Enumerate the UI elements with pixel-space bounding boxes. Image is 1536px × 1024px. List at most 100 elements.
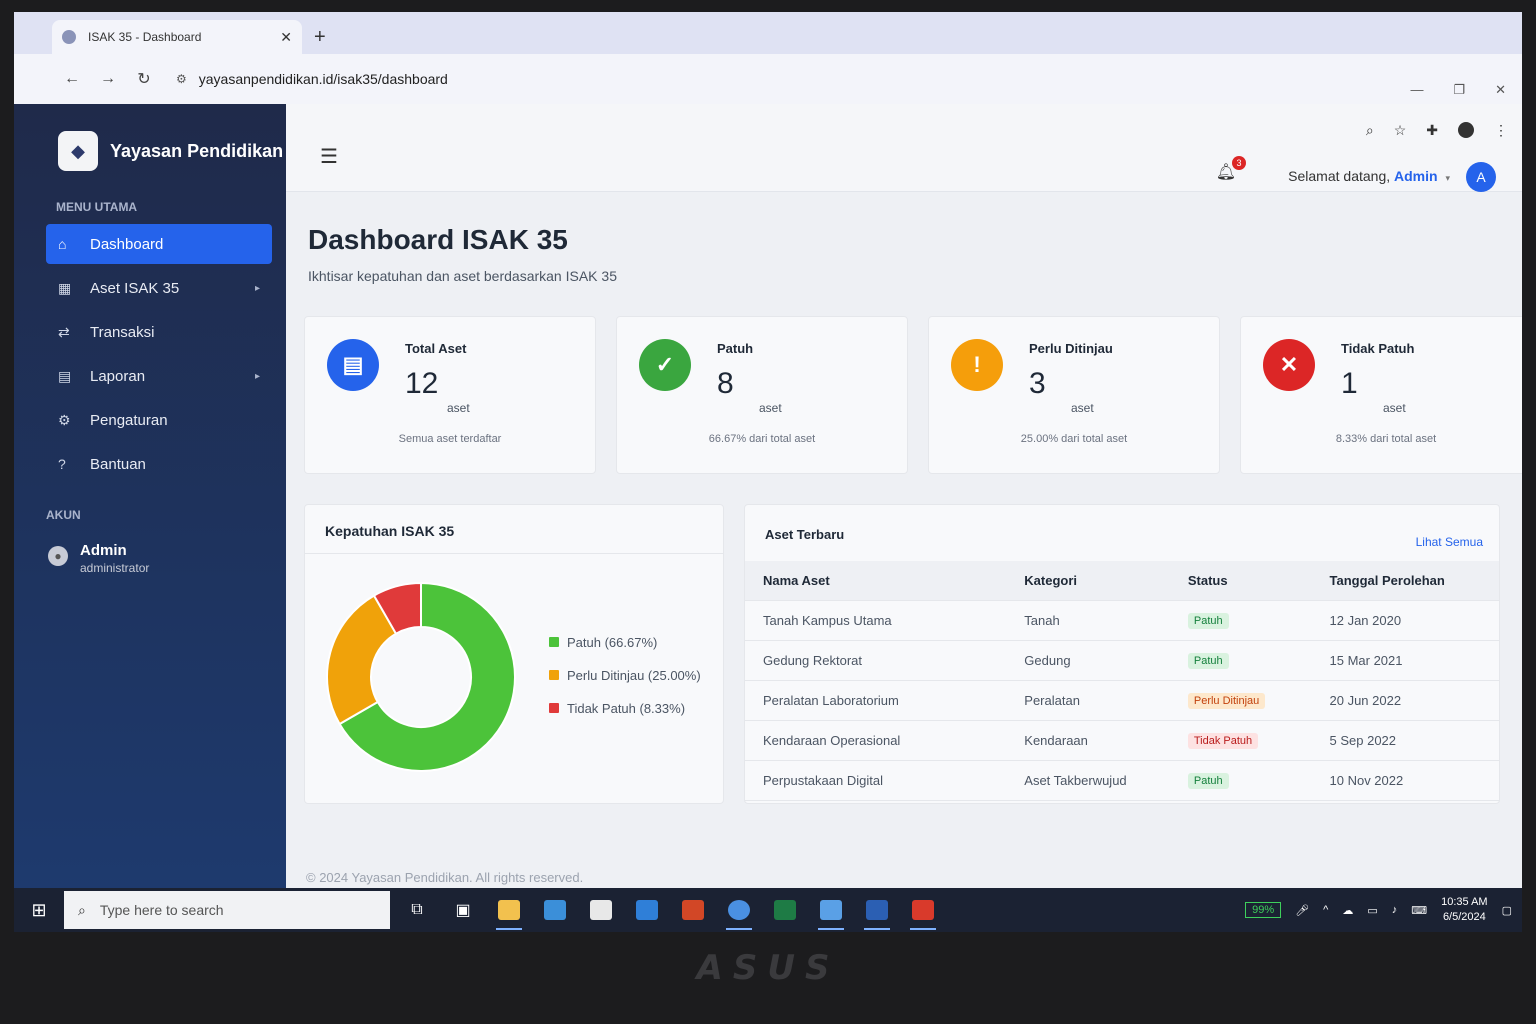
- gear-icon: ⚙: [58, 411, 71, 428]
- file-explorer-icon[interactable]: [486, 888, 532, 932]
- column-header[interactable]: Tanggal Perolehan: [1312, 573, 1500, 588]
- table-row[interactable]: Kendaraan Operasional Kendaraan Tidak Pa…: [745, 721, 1499, 761]
- favicon-icon: [62, 30, 76, 44]
- search-icon: ⌕: [78, 901, 86, 918]
- card-patuh[interactable]: ✓ Patuh 8 aset 66.67% dari total aset: [616, 316, 908, 474]
- legend-label: Tidak Patuh (8.33%): [567, 700, 686, 716]
- document-icon: ▤: [327, 339, 379, 391]
- brand[interactable]: ◆ Yayasan Pendidikan: [14, 104, 286, 180]
- word-alt-icon[interactable]: [808, 888, 854, 932]
- microphone-icon[interactable]: 🎤︎: [1295, 904, 1309, 917]
- windows-start-icon[interactable]: ⊞: [14, 900, 64, 921]
- bookmark-star-icon[interactable]: ☆: [1394, 122, 1407, 139]
- clock[interactable]: 10:35 AM 6/5/2024: [1441, 895, 1487, 925]
- language-icon[interactable]: ⌨: [1411, 904, 1427, 917]
- camera-app-icon[interactable]: ▣: [440, 888, 486, 932]
- card-perlu-ditinjau[interactable]: ! Perlu Ditinjau 3 aset 25.00% dari tota…: [928, 316, 1220, 474]
- volume-icon[interactable]: ♪: [1392, 904, 1398, 916]
- photos-app-icon[interactable]: [532, 888, 578, 932]
- mail-icon[interactable]: [624, 888, 670, 932]
- browser-tab[interactable]: ISAK 35 - Dashboard ✕: [52, 20, 302, 54]
- page-subtitle: Ikhtisar kepatuhan dan aset berdasarkan …: [308, 268, 617, 284]
- menu-heading: MENU UTAMA: [56, 200, 138, 214]
- acrobat-icon[interactable]: [900, 888, 946, 932]
- sidebar-item-laporan[interactable]: ▤ Laporan ▸: [46, 356, 272, 396]
- brand-logo-icon: ◆: [58, 131, 98, 171]
- card-title: Patuh: [717, 341, 754, 356]
- column-header[interactable]: Kategori: [1006, 573, 1170, 588]
- reload-icon[interactable]: ↻: [126, 69, 162, 89]
- profile-icon[interactable]: [1458, 122, 1474, 138]
- minimize-icon[interactable]: —: [1410, 82, 1423, 98]
- legend-item-tidak-patuh[interactable]: Tidak Patuh (8.33%): [549, 697, 701, 719]
- asset-category: Gedung: [1024, 653, 1071, 668]
- sidebar-item-label: Dashboard: [90, 235, 164, 253]
- welcome-text: Selamat datang,: [1288, 168, 1391, 184]
- view-all-link[interactable]: Lihat Semua: [1416, 535, 1483, 549]
- card-title: Total Aset: [405, 341, 467, 356]
- close-tab-icon[interactable]: ✕: [280, 29, 292, 46]
- asset-date: 10 Nov 2022: [1329, 773, 1404, 788]
- asset-name: Gedung Rektorat: [763, 653, 863, 668]
- browser-tabbar: ISAK 35 - Dashboard ✕ +: [14, 12, 1522, 54]
- back-icon[interactable]: ←: [54, 70, 90, 88]
- legend-item-patuh[interactable]: Patuh (66.67%): [549, 631, 701, 653]
- sidebar-item-dashboard[interactable]: ⌂ Dashboard: [46, 224, 272, 264]
- powerpoint-icon[interactable]: [670, 888, 716, 932]
- card-total-aset[interactable]: ▤ Total Aset 12 aset Semua aset terdafta…: [304, 316, 596, 474]
- card-tidak-patuh[interactable]: ✕ Tidak Patuh 1 aset 8.33% dari total as…: [1240, 316, 1522, 474]
- notifications-icon[interactable]: ▢: [1502, 904, 1512, 917]
- device-logo: ASUS: [696, 948, 840, 988]
- column-header[interactable]: Status: [1170, 573, 1312, 588]
- card-note: 8.33% dari total aset: [1335, 433, 1437, 445]
- asset-name: Kendaraan Operasional: [763, 733, 901, 748]
- site-info-icon[interactable]: ⚙: [176, 72, 187, 86]
- avatar[interactable]: A: [1466, 162, 1496, 192]
- footer: © 2024 Yayasan Pendidikan. All rights re…: [306, 870, 584, 885]
- cloud-icon[interactable]: ☁: [1342, 904, 1353, 917]
- forward-icon[interactable]: →: [90, 70, 126, 88]
- store-icon[interactable]: [578, 888, 624, 932]
- sidebar-item-bantuan[interactable]: ? Bantuan: [46, 444, 272, 484]
- card-value: 8: [717, 367, 734, 400]
- chevron-up-icon[interactable]: ^: [1323, 904, 1328, 916]
- sidebar-item-transaksi[interactable]: ⇄ Transaksi: [46, 312, 272, 352]
- browser-icon[interactable]: [716, 888, 762, 932]
- welcome-dropdown[interactable]: Selamat datang, Admin ▾: [1288, 168, 1450, 184]
- account-info[interactable]: ● Admin administrator: [14, 532, 286, 575]
- close-window-icon[interactable]: ✕: [1495, 82, 1506, 98]
- column-header[interactable]: Nama Aset: [745, 573, 1006, 588]
- chart-title: Kepatuhan ISAK 35: [325, 523, 455, 539]
- table-row[interactable]: Tanah Kampus Utama Tanah Patuh 12 Jan 20…: [745, 601, 1499, 641]
- excel-icon[interactable]: [762, 888, 808, 932]
- status-badge: Patuh: [1187, 653, 1229, 669]
- taskbar-search[interactable]: ⌕ Type here to search: [64, 891, 390, 929]
- sidebar-item-pengaturan[interactable]: ⚙ Pengaturan: [46, 400, 272, 440]
- new-tab-icon[interactable]: +: [314, 26, 326, 49]
- screen: ISAK 35 - Dashboard ✕ + ← → ↻ ⚙ yayasanp…: [14, 12, 1522, 932]
- card-note: 66.67% dari total aset: [708, 433, 816, 445]
- zoom-icon[interactable]: ⌕: [1366, 122, 1374, 139]
- summary-cards: ▤ Total Aset 12 aset Semua aset terdafta…: [304, 316, 1522, 474]
- sidebar-item-aset[interactable]: ▦ Aset ISAK 35 ▸: [46, 268, 272, 308]
- table-row[interactable]: Perpustakaan Digital Aset Takberwujud Pa…: [745, 761, 1499, 801]
- task-view-icon[interactable]: ⧉: [394, 888, 440, 932]
- restore-icon[interactable]: ❐: [1453, 82, 1465, 98]
- warning-icon: !: [951, 339, 1003, 391]
- menu-dots-icon[interactable]: ⋮: [1494, 122, 1508, 139]
- extensions-icon[interactable]: ✚: [1426, 122, 1438, 139]
- account-name: Admin: [80, 542, 127, 559]
- battery-indicator[interactable]: 99%: [1245, 902, 1282, 918]
- table-row[interactable]: Peralatan Laboratorium Peralatan Perlu D…: [745, 681, 1499, 721]
- compliance-chart-card: Kepatuhan ISAK 35 Patuh (66.67%) Perlu D…: [304, 504, 724, 804]
- hamburger-menu-icon[interactable]: ☰: [320, 144, 338, 169]
- url-field[interactable]: yayasanpendidikan.id/isak35/dashboard: [199, 71, 1522, 87]
- asset-name: Tanah Kampus Utama: [763, 613, 892, 628]
- card-unit: aset: [759, 401, 782, 415]
- legend-item-perlu-ditinjau[interactable]: Perlu Ditinjau (25.00%): [549, 664, 701, 686]
- asset-category: Tanah: [1024, 613, 1060, 628]
- network-icon[interactable]: ▭: [1367, 904, 1377, 917]
- word-icon[interactable]: [854, 888, 900, 932]
- table-row[interactable]: Gedung Rektorat Gedung Patuh 15 Mar 2021: [745, 641, 1499, 681]
- legend-swatch: [549, 703, 559, 713]
